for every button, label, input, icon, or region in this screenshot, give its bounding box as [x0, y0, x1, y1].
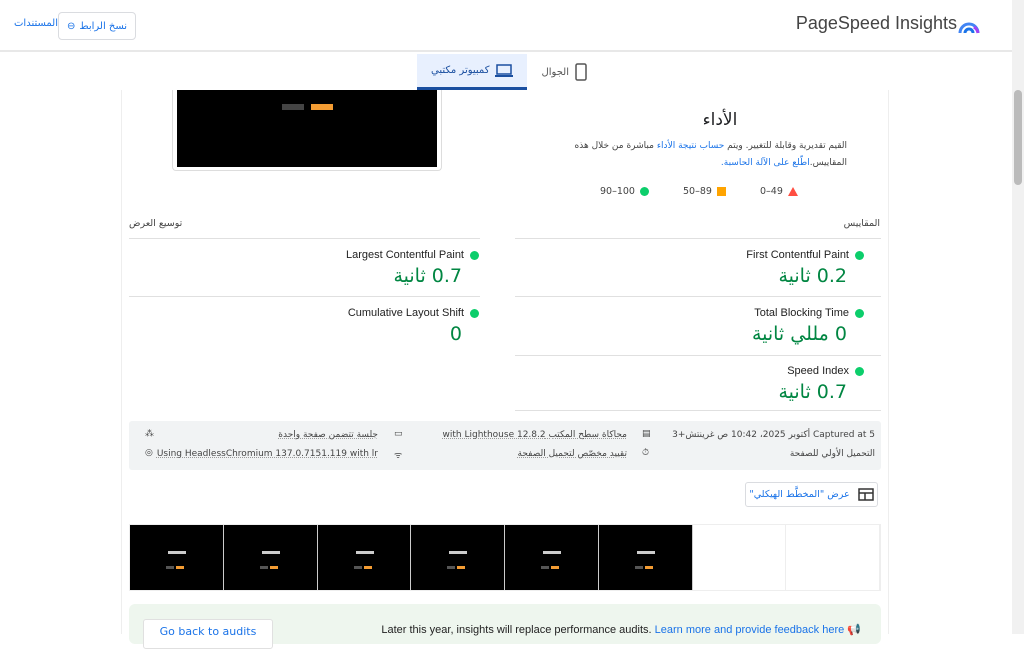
filmstrip-frame	[130, 525, 224, 590]
page-screenshot	[172, 90, 442, 171]
top-bar: PageSpeed Insights نسخ الرابط ⊖ المستندات	[0, 0, 1012, 52]
calculator-link[interactable]: اطّلع على الآلة الحاسبة.	[721, 158, 810, 168]
metric-tbt: Total Blocking Time 0 مللي ثانية	[752, 307, 864, 345]
session-info[interactable]: جلسة تتضمن صفحة واحدة	[278, 430, 378, 440]
captured-at: Captured at 5 أكتوبر 2025، 10:42 ص غرينت…	[672, 430, 875, 440]
filmstrip-frame	[598, 525, 693, 590]
triangle-icon	[787, 187, 798, 196]
pass-dot-icon	[855, 250, 864, 260]
filmstrip-frame	[692, 525, 787, 590]
square-icon	[716, 187, 726, 196]
performance-description: القيم تقديرية وقابلة للتغيير. ويتم حساب …	[574, 141, 847, 168]
tab-mobile-label: الجوال	[541, 66, 569, 78]
phone-icon	[575, 63, 587, 81]
legend-average: 50–89	[683, 186, 726, 197]
filmstrip	[129, 524, 881, 591]
run-info: Captured at 5 أكتوبر 2025، 10:42 ص غرينت…	[129, 421, 881, 470]
docs-link[interactable]: المستندات	[14, 18, 58, 29]
legend-pass: 90–100	[600, 186, 649, 197]
score-calc-link[interactable]: حساب نتيجة الأداء	[657, 141, 724, 151]
calendar-icon: ▤	[642, 429, 651, 439]
copy-link-label: نسخ الرابط	[79, 20, 128, 32]
users-icon: ⁂	[145, 429, 154, 439]
tab-desktop[interactable]: كمبيوتر مكتبي	[417, 54, 528, 90]
device-tabs: الجوال كمبيوتر مكتبي	[417, 54, 601, 90]
metric-fcp: First Contentful Paint 0.2 ثانية	[746, 249, 864, 287]
performance-title: الأداء	[702, 110, 738, 130]
insights-notice: Go back to audits Later this year, insig…	[129, 604, 881, 649]
initial-load: التحميل الأولي للصفحة	[789, 449, 875, 459]
tab-desktop-label: كمبيوتر مكتبي	[431, 65, 490, 76]
go-back-to-audits-button[interactable]: Go back to audits	[143, 619, 273, 649]
link-icon: ⊖	[66, 20, 76, 32]
filmstrip-frame	[223, 525, 318, 590]
emulation-info[interactable]: محاكاة سطح المكتب with Lighthouse 12.8.2	[443, 430, 627, 440]
timer-icon: ⏱	[642, 448, 650, 458]
filmstrip-frame	[411, 525, 505, 590]
pass-dot-icon	[855, 366, 864, 376]
laptop-icon	[495, 63, 514, 77]
pass-dot-icon	[855, 308, 864, 318]
metric-cls: Cumulative Layout Shift 0	[348, 307, 479, 345]
scrollbar-thumb[interactable]	[1014, 90, 1022, 185]
pass-dot-icon	[470, 250, 479, 260]
filmstrip-frame	[786, 525, 880, 590]
app-title: PageSpeed Insights	[795, 13, 957, 33]
expand-view-toggle[interactable]: توسيع العرض	[129, 218, 182, 229]
throttling-info[interactable]: تقييد مخصّص لتحميل الصفحة	[518, 449, 628, 459]
metrics-label: المقاييس	[843, 218, 880, 229]
treemap-button[interactable]: عرض "المخطَّط الهيكلي"	[745, 482, 878, 507]
browser-info[interactable]: Using HeadlessChromium 137.0.7151.119 wi…	[157, 449, 378, 459]
metric-si: Speed Index 0.7 ثانية	[778, 365, 864, 403]
copy-link-button[interactable]: نسخ الرابط ⊖	[58, 12, 136, 40]
wifi-icon: ᯤ	[394, 451, 403, 461]
treemap-icon	[857, 488, 874, 501]
notice-text: Later this year, insights will replace p…	[381, 624, 861, 636]
tab-mobile[interactable]: الجوال	[527, 54, 601, 90]
filmstrip-frame	[505, 525, 599, 590]
devices-icon: ▭	[394, 429, 403, 439]
circle-icon	[639, 187, 649, 196]
filmstrip-frame	[317, 525, 412, 590]
pass-dot-icon	[470, 308, 479, 318]
treemap-label: عرض "المخطَّط الهيكلي"	[749, 489, 850, 500]
megaphone-icon: 📢	[847, 624, 861, 636]
pagespeed-logo-icon	[958, 22, 980, 34]
feedback-link[interactable]: Learn more and provide feedback here	[655, 624, 845, 636]
scrollbar[interactable]	[1012, 0, 1024, 634]
metric-lcp: Largest Contentful Paint 0.7 ثانية	[346, 249, 479, 287]
chrome-icon: ◎	[145, 448, 153, 458]
legend-fail: 0–49	[760, 186, 798, 197]
